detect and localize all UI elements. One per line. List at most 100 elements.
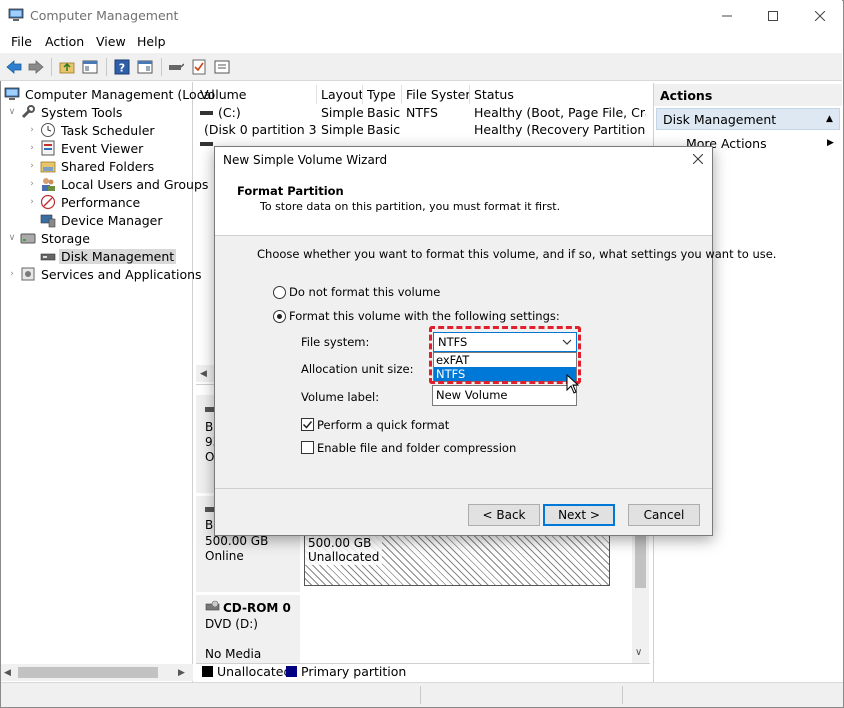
radio-format-volume[interactable] xyxy=(273,310,286,323)
help-icon: ? xyxy=(114,59,130,75)
column-header-status[interactable]: Status xyxy=(470,85,646,104)
show-action-pane-button[interactable] xyxy=(135,57,155,77)
computer-management-icon xyxy=(8,8,24,21)
close-icon xyxy=(815,10,825,21)
tree-item-system-tools[interactable]: ∨ System Tools xyxy=(6,103,124,121)
column-header-volume[interactable]: Volume xyxy=(196,85,317,104)
quick-format-label[interactable]: Perform a quick format xyxy=(317,418,449,432)
menu-action[interactable]: Action xyxy=(45,34,84,49)
volume-label-label: Volume label: xyxy=(301,390,380,404)
volume-type: Basic xyxy=(367,122,401,137)
scroll-right-icon[interactable]: ▶ xyxy=(178,668,185,678)
back-button-wizard[interactable]: < Back xyxy=(468,504,540,526)
table-row[interactable]: (C:) Simple Basic NTFS Healthy (Boot, Pa… xyxy=(196,104,646,121)
no-chevron xyxy=(26,214,38,226)
submenu-arrow-icon: ▶ xyxy=(827,138,834,148)
storage-icon xyxy=(20,233,36,244)
tree-scroll-thumb[interactable] xyxy=(18,667,158,678)
chevron-right-icon[interactable]: › xyxy=(26,160,38,172)
toolbar-separator xyxy=(51,58,52,76)
chevron-down-icon[interactable]: ∨ xyxy=(6,106,18,118)
menu-help[interactable]: Help xyxy=(137,34,166,49)
disk-connect-icon xyxy=(169,63,184,70)
chevron-right-icon[interactable]: › xyxy=(6,268,18,280)
unallocated-partition[interactable]: 500.00 GB Unallocated xyxy=(304,534,610,586)
tree-item-shared-folders[interactable]: › Shared Folders xyxy=(26,157,156,175)
volume-label-input[interactable]: New Volume xyxy=(432,385,577,406)
tree-item-performance[interactable]: › Performance xyxy=(26,193,142,211)
volume-file-system xyxy=(402,121,470,138)
table-row[interactable]: (Disk 0 partition 3) Simple Basic Health… xyxy=(196,121,646,138)
disk-management-icon xyxy=(40,253,56,261)
chevron-down-icon[interactable]: ∨ xyxy=(6,232,18,244)
event-log-icon xyxy=(41,140,55,156)
tree-item-disk-management[interactable]: Disk Management xyxy=(26,247,177,265)
shared-folder-icon xyxy=(40,161,56,173)
tree-item-label: Task Scheduler xyxy=(61,122,155,138)
tree-item-device-manager[interactable]: Device Manager xyxy=(26,211,165,229)
forward-button[interactable] xyxy=(26,57,46,77)
column-header-layout[interactable]: Layout xyxy=(317,85,363,104)
actions-section-label: Disk Management xyxy=(663,112,777,127)
no-chevron xyxy=(26,250,38,262)
tree-item-label: Event Viewer xyxy=(61,140,144,156)
tree-item-local-users[interactable]: › Local Users and Groups xyxy=(26,175,210,193)
wizard-close-button[interactable] xyxy=(688,150,708,168)
minimize-button[interactable] xyxy=(704,0,750,31)
actions-section-disk-management[interactable]: Disk Management xyxy=(656,108,840,130)
chevron-right-icon[interactable]: › xyxy=(26,124,38,136)
menu-view[interactable]: View xyxy=(96,34,126,49)
volume-list-header: Volume Layout Type File System Status xyxy=(196,85,646,104)
tree-item-event-viewer[interactable]: › Event Viewer xyxy=(26,139,145,157)
column-header-type[interactable]: Type xyxy=(363,85,402,104)
cancel-button[interactable]: Cancel xyxy=(628,504,700,526)
legend-swatch-unallocated xyxy=(202,666,213,677)
status-separator xyxy=(420,686,421,704)
compression-label[interactable]: Enable file and folder compression xyxy=(317,441,516,455)
wizard-title: New Simple Volume Wizard xyxy=(223,153,388,167)
wizard-heading: Format Partition xyxy=(237,184,344,198)
tree-item-services-applications[interactable]: › Services and Applications xyxy=(6,265,204,283)
tree-item-task-scheduler[interactable]: › Task Scheduler xyxy=(26,121,157,139)
next-button[interactable]: Next > xyxy=(543,504,615,526)
up-level-button[interactable] xyxy=(57,57,77,77)
radio-do-not-format[interactable] xyxy=(273,286,286,299)
disk1-state: Online xyxy=(205,549,244,563)
legend-unallocated: Unallocated xyxy=(217,664,292,679)
chevron-right-icon[interactable]: › xyxy=(26,142,38,154)
wizard-footer-divider xyxy=(215,488,712,489)
disk1-size: 500.00 GB xyxy=(205,534,269,548)
help-button[interactable]: ? xyxy=(112,57,132,77)
chevron-right-icon[interactable]: › xyxy=(26,178,38,190)
allocation-unit-label: Allocation unit size: xyxy=(301,362,414,376)
menu-file[interactable]: File xyxy=(11,34,32,49)
compression-checkbox[interactable] xyxy=(301,441,314,454)
scroll-left-icon[interactable]: ◀ xyxy=(4,668,11,678)
volume-layout: Simple xyxy=(321,122,363,137)
tree-item-storage[interactable]: ∨ Storage xyxy=(6,229,92,247)
maximize-button[interactable] xyxy=(750,0,796,31)
scroll-left-icon[interactable]: ◀ xyxy=(200,369,207,379)
show-hide-tree-button[interactable] xyxy=(80,57,100,77)
cd-drive-icon xyxy=(205,600,220,611)
close-window-button[interactable] xyxy=(797,0,843,31)
radio-format-volume-label[interactable]: Format this volume with the following se… xyxy=(289,309,560,323)
clock-icon xyxy=(41,123,55,137)
collapse-up-icon[interactable]: ▲ xyxy=(826,114,833,124)
radio-do-not-format-label[interactable]: Do not format this volume xyxy=(289,285,440,299)
actions-header: Actions xyxy=(654,84,842,106)
column-header-file-system[interactable]: File System xyxy=(402,85,470,104)
chevron-right-icon[interactable]: › xyxy=(26,196,38,208)
tree-item-root[interactable]: Computer Management (Local xyxy=(4,85,217,103)
connect-button[interactable] xyxy=(166,57,186,77)
scroll-down-icon[interactable]: ∨ xyxy=(635,647,642,658)
back-button[interactable] xyxy=(4,57,24,77)
properties-button[interactable] xyxy=(189,57,209,77)
checkmark-icon xyxy=(302,421,313,429)
window-title: Computer Management xyxy=(30,8,179,23)
list-view-button[interactable] xyxy=(212,57,232,77)
tree-item-label: Local Users and Groups xyxy=(61,176,209,192)
quick-format-checkbox[interactable] xyxy=(301,418,314,431)
toolbar-separator xyxy=(106,58,107,76)
volume-status: Healthy (Recovery Partition) xyxy=(474,122,646,137)
